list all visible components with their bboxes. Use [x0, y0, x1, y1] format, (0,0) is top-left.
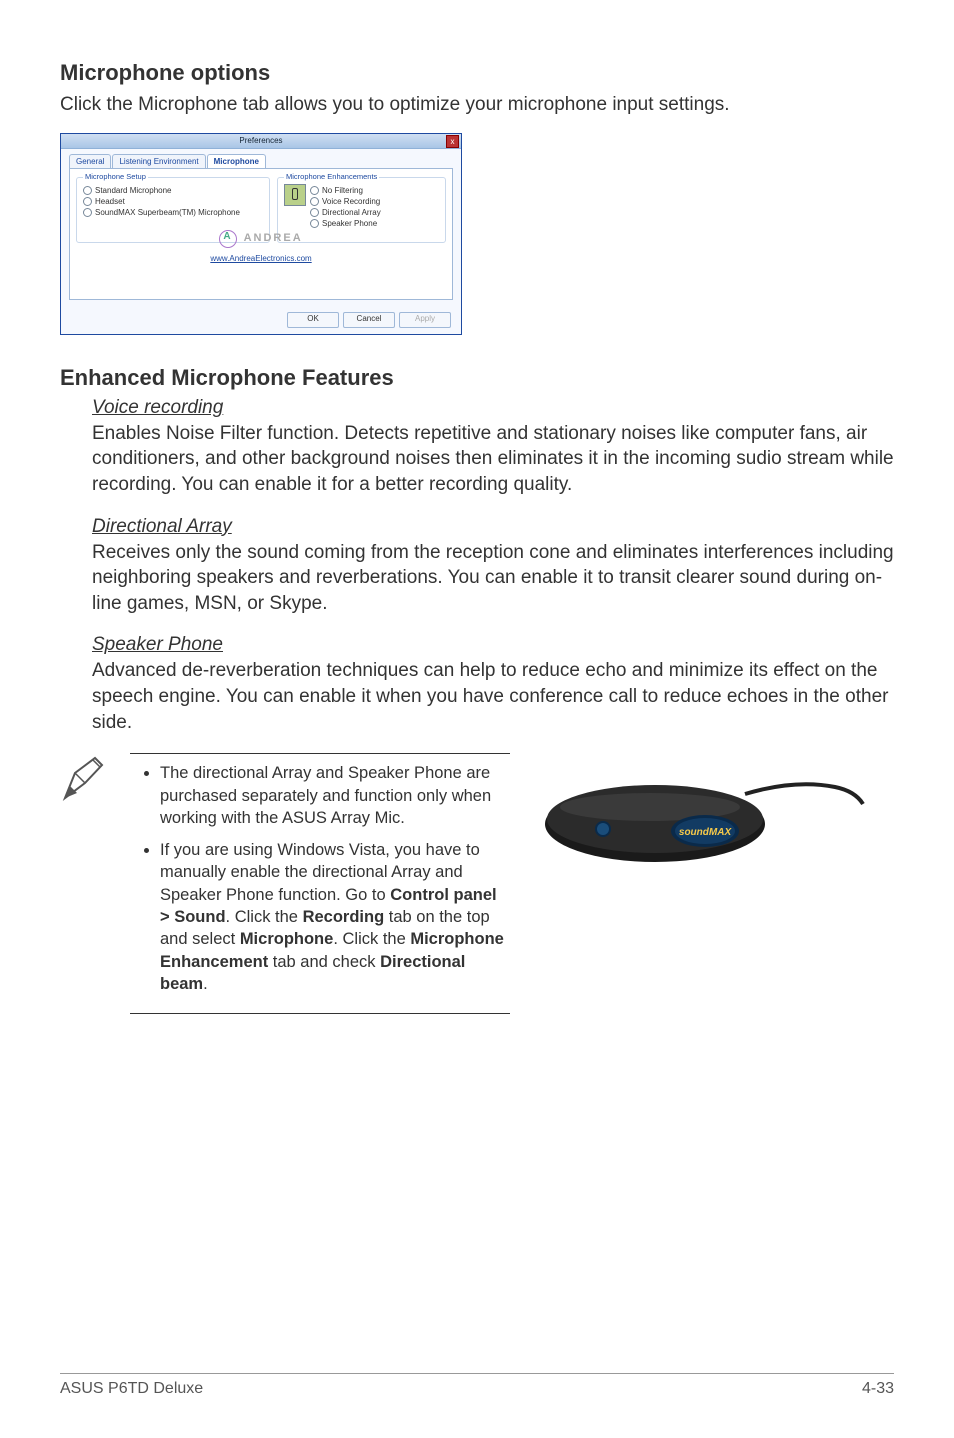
subheading-speaker: Speaker Phone [92, 634, 223, 656]
dialog-button-row: OK Cancel Apply [287, 312, 451, 328]
radio-speaker-phone[interactable]: Speaker Phone [310, 219, 381, 228]
radio-voice-recording[interactable]: Voice Recording [310, 197, 381, 206]
legend-mic-enh: Microphone Enhancements [284, 172, 379, 181]
note-box: The directional Array and Speaker Phone … [130, 753, 510, 1014]
note-item-1: The directional Array and Speaker Phone … [160, 762, 510, 829]
note-bold: Microphone [240, 930, 334, 948]
apply-button[interactable]: Apply [399, 312, 451, 328]
radio-label: Voice Recording [322, 197, 380, 206]
radio-headset[interactable]: Headset [83, 197, 263, 206]
note-pencil-icon [60, 753, 110, 808]
radio-label: Speaker Phone [322, 219, 377, 228]
dialog-tabs: General Listening Environment Microphone [61, 149, 461, 168]
dialog-title: Preferences [239, 136, 282, 145]
radio-label: SoundMAX Superbeam(TM) Microphone [95, 208, 240, 217]
legend-mic-setup: Microphone Setup [83, 172, 148, 181]
note-text: tab and check [268, 953, 380, 971]
note-item-2: If you are using Windows Vista, you have… [160, 839, 510, 995]
note-text: . Click the [333, 930, 410, 948]
andrea-link[interactable]: www.AndreaElectronics.com [70, 254, 452, 263]
tab-microphone[interactable]: Microphone [207, 154, 266, 168]
note-text: . [203, 975, 208, 993]
tab-general[interactable]: General [69, 154, 111, 168]
radio-superbeam[interactable]: SoundMAX Superbeam(TM) Microphone [83, 208, 263, 217]
close-icon[interactable]: x [446, 135, 459, 148]
page-footer: ASUS P6TD Deluxe 4-33 [60, 1373, 894, 1398]
footer-left: ASUS P6TD Deluxe [60, 1380, 203, 1398]
footer-right: 4-33 [862, 1380, 894, 1398]
radio-label: Directional Array [322, 208, 381, 217]
andrea-logo-area: ANDREA www.AndreaElectronics.com [70, 230, 452, 263]
andrea-logo-text: ANDREA [244, 232, 303, 244]
ok-button[interactable]: OK [287, 312, 339, 328]
radio-label: Headset [95, 197, 125, 206]
dialog-titlebar: Preferences x [61, 134, 461, 149]
body-directional: Receives only the sound coming from the … [92, 540, 894, 617]
svg-text:soundMAX: soundMAX [679, 827, 733, 838]
intro-text: Click the Microphone tab allows you to o… [60, 92, 894, 118]
microphone-icon [284, 184, 306, 206]
note-bold: Recording [303, 908, 385, 926]
heading-microphone-options: Microphone options [60, 60, 894, 86]
radio-standard-mic[interactable]: Standard Microphone [83, 186, 263, 195]
preferences-dialog: Preferences x General Listening Environm… [60, 133, 462, 335]
tab-panel: Microphone Setup Standard Microphone Hea… [69, 168, 453, 300]
body-speaker: Advanced de-reverberation techniques can… [92, 658, 894, 735]
body-voice: Enables Noise Filter function. Detects r… [92, 421, 894, 498]
radio-label: Standard Microphone [95, 186, 172, 195]
subheading-voice: Voice recording [92, 397, 223, 419]
cancel-button[interactable]: Cancel [343, 312, 395, 328]
tab-listening[interactable]: Listening Environment [112, 154, 205, 168]
radio-no-filtering[interactable]: No Filtering [310, 186, 381, 195]
asus-array-mic-image: soundMAX [535, 759, 865, 884]
subheading-directional: Directional Array [92, 516, 232, 538]
andrea-logo-icon [219, 230, 237, 248]
note-text: . Click the [226, 908, 303, 926]
radio-label: No Filtering [322, 186, 363, 195]
heading-enhanced-features: Enhanced Microphone Features [60, 365, 894, 391]
radio-directional-array[interactable]: Directional Array [310, 208, 381, 217]
